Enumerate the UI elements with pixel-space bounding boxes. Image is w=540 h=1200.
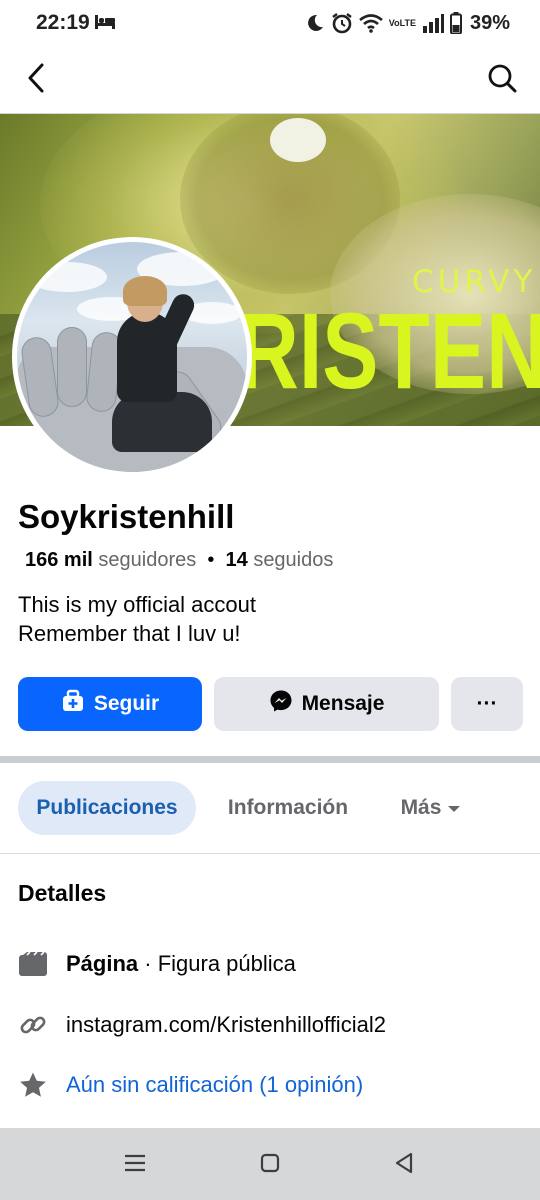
page-icon <box>18 949 48 979</box>
cloud <box>27 262 107 292</box>
back-arrow-icon <box>26 62 46 99</box>
moon-icon <box>305 13 325 33</box>
page-type-bold: Página <box>66 951 139 976</box>
person-figure <box>123 276 167 306</box>
ellipsis-icon: ··· <box>476 692 498 715</box>
followers-count[interactable]: 166 mil <box>25 549 93 571</box>
signal-icon <box>422 13 444 33</box>
volte-line1: Vo <box>388 17 400 28</box>
followers-label[interactable]: seguidores <box>98 549 196 571</box>
search-icon <box>487 63 517 98</box>
page-type-rest: · Figura pública <box>138 951 296 976</box>
battery-icon <box>449 12 462 34</box>
detail-rating[interactable]: Aún sin calificación (1 opinión) <box>18 1068 363 1102</box>
profile-name: Soykristenhill <box>18 498 235 535</box>
following-count[interactable]: 14 <box>226 549 248 571</box>
tab-label: Publicaciones <box>36 796 178 819</box>
volte-line2: LTE <box>399 17 416 28</box>
tab-more[interactable]: Más <box>386 781 476 835</box>
rating-link[interactable]: Aún sin calificación (1 opinión) <box>66 1072 363 1098</box>
message-label: Mensaje <box>301 692 385 715</box>
alarm-icon <box>331 12 353 34</box>
avatar[interactable] <box>12 237 252 477</box>
profile-photo <box>17 242 247 472</box>
back-icon <box>394 1152 414 1179</box>
bio-line: Remember that I luv u! <box>18 621 241 646</box>
following-label[interactable]: seguidos <box>253 549 333 571</box>
page-type-text: Página · Figura pública <box>66 951 296 977</box>
top-nav <box>0 46 540 114</box>
caret-down-icon <box>447 796 461 820</box>
cover-decoration <box>270 118 326 162</box>
home-icon <box>260 1153 280 1178</box>
star-icon <box>18 1070 48 1100</box>
tab-label: Información <box>227 796 349 819</box>
profile-bio: This is my official accout Remember that… <box>18 590 256 648</box>
detail-link[interactable]: instagram.com/Kristenhillofficial2 <box>18 1008 386 1042</box>
status-icons: Vo LTE 39% <box>305 10 510 36</box>
tabs-divider <box>0 853 540 854</box>
messenger-icon <box>269 689 293 719</box>
sleep-icon <box>95 15 115 34</box>
stone-finger <box>57 327 87 407</box>
home-button[interactable] <box>255 1150 285 1180</box>
message-button[interactable]: Mensaje <box>214 677 439 731</box>
back-button[interactable] <box>18 62 54 98</box>
follow-button[interactable]: Seguir <box>18 677 202 731</box>
stats-separator: • <box>207 549 215 571</box>
status-time: 22:19 <box>36 11 90 34</box>
instagram-link[interactable]: instagram.com/Kristenhillofficial2 <box>66 1012 386 1038</box>
recents-button[interactable] <box>120 1150 150 1180</box>
recents-icon <box>124 1154 146 1177</box>
link-icon <box>18 1010 48 1040</box>
system-back-button[interactable] <box>389 1150 419 1180</box>
more-options-button[interactable]: ··· <box>451 677 523 731</box>
follow-icon <box>61 689 85 719</box>
bio-line: This is my official accout <box>18 592 257 617</box>
section-divider <box>0 756 540 763</box>
details-heading: Detalles <box>18 880 107 906</box>
follow-label: Seguir <box>93 692 160 715</box>
tab-posts[interactable]: Publicaciones <box>18 781 196 835</box>
search-button[interactable] <box>484 62 520 98</box>
system-nav-bar <box>0 1128 540 1200</box>
tab-label: Más <box>400 796 442 819</box>
battery-percent: 39% <box>469 11 510 34</box>
profile-stats: 166 mil seguidores • 14 seguidos <box>25 549 333 572</box>
tab-info[interactable]: Información <box>214 781 362 835</box>
volte-icon: Vo LTE <box>388 17 416 28</box>
status-bar: 22:19 Vo LTE 39% <box>0 0 540 46</box>
wifi-icon <box>358 13 383 33</box>
detail-page-type: Página · Figura pública <box>18 947 296 981</box>
cover-text-big: RISTEN I <box>238 290 540 411</box>
